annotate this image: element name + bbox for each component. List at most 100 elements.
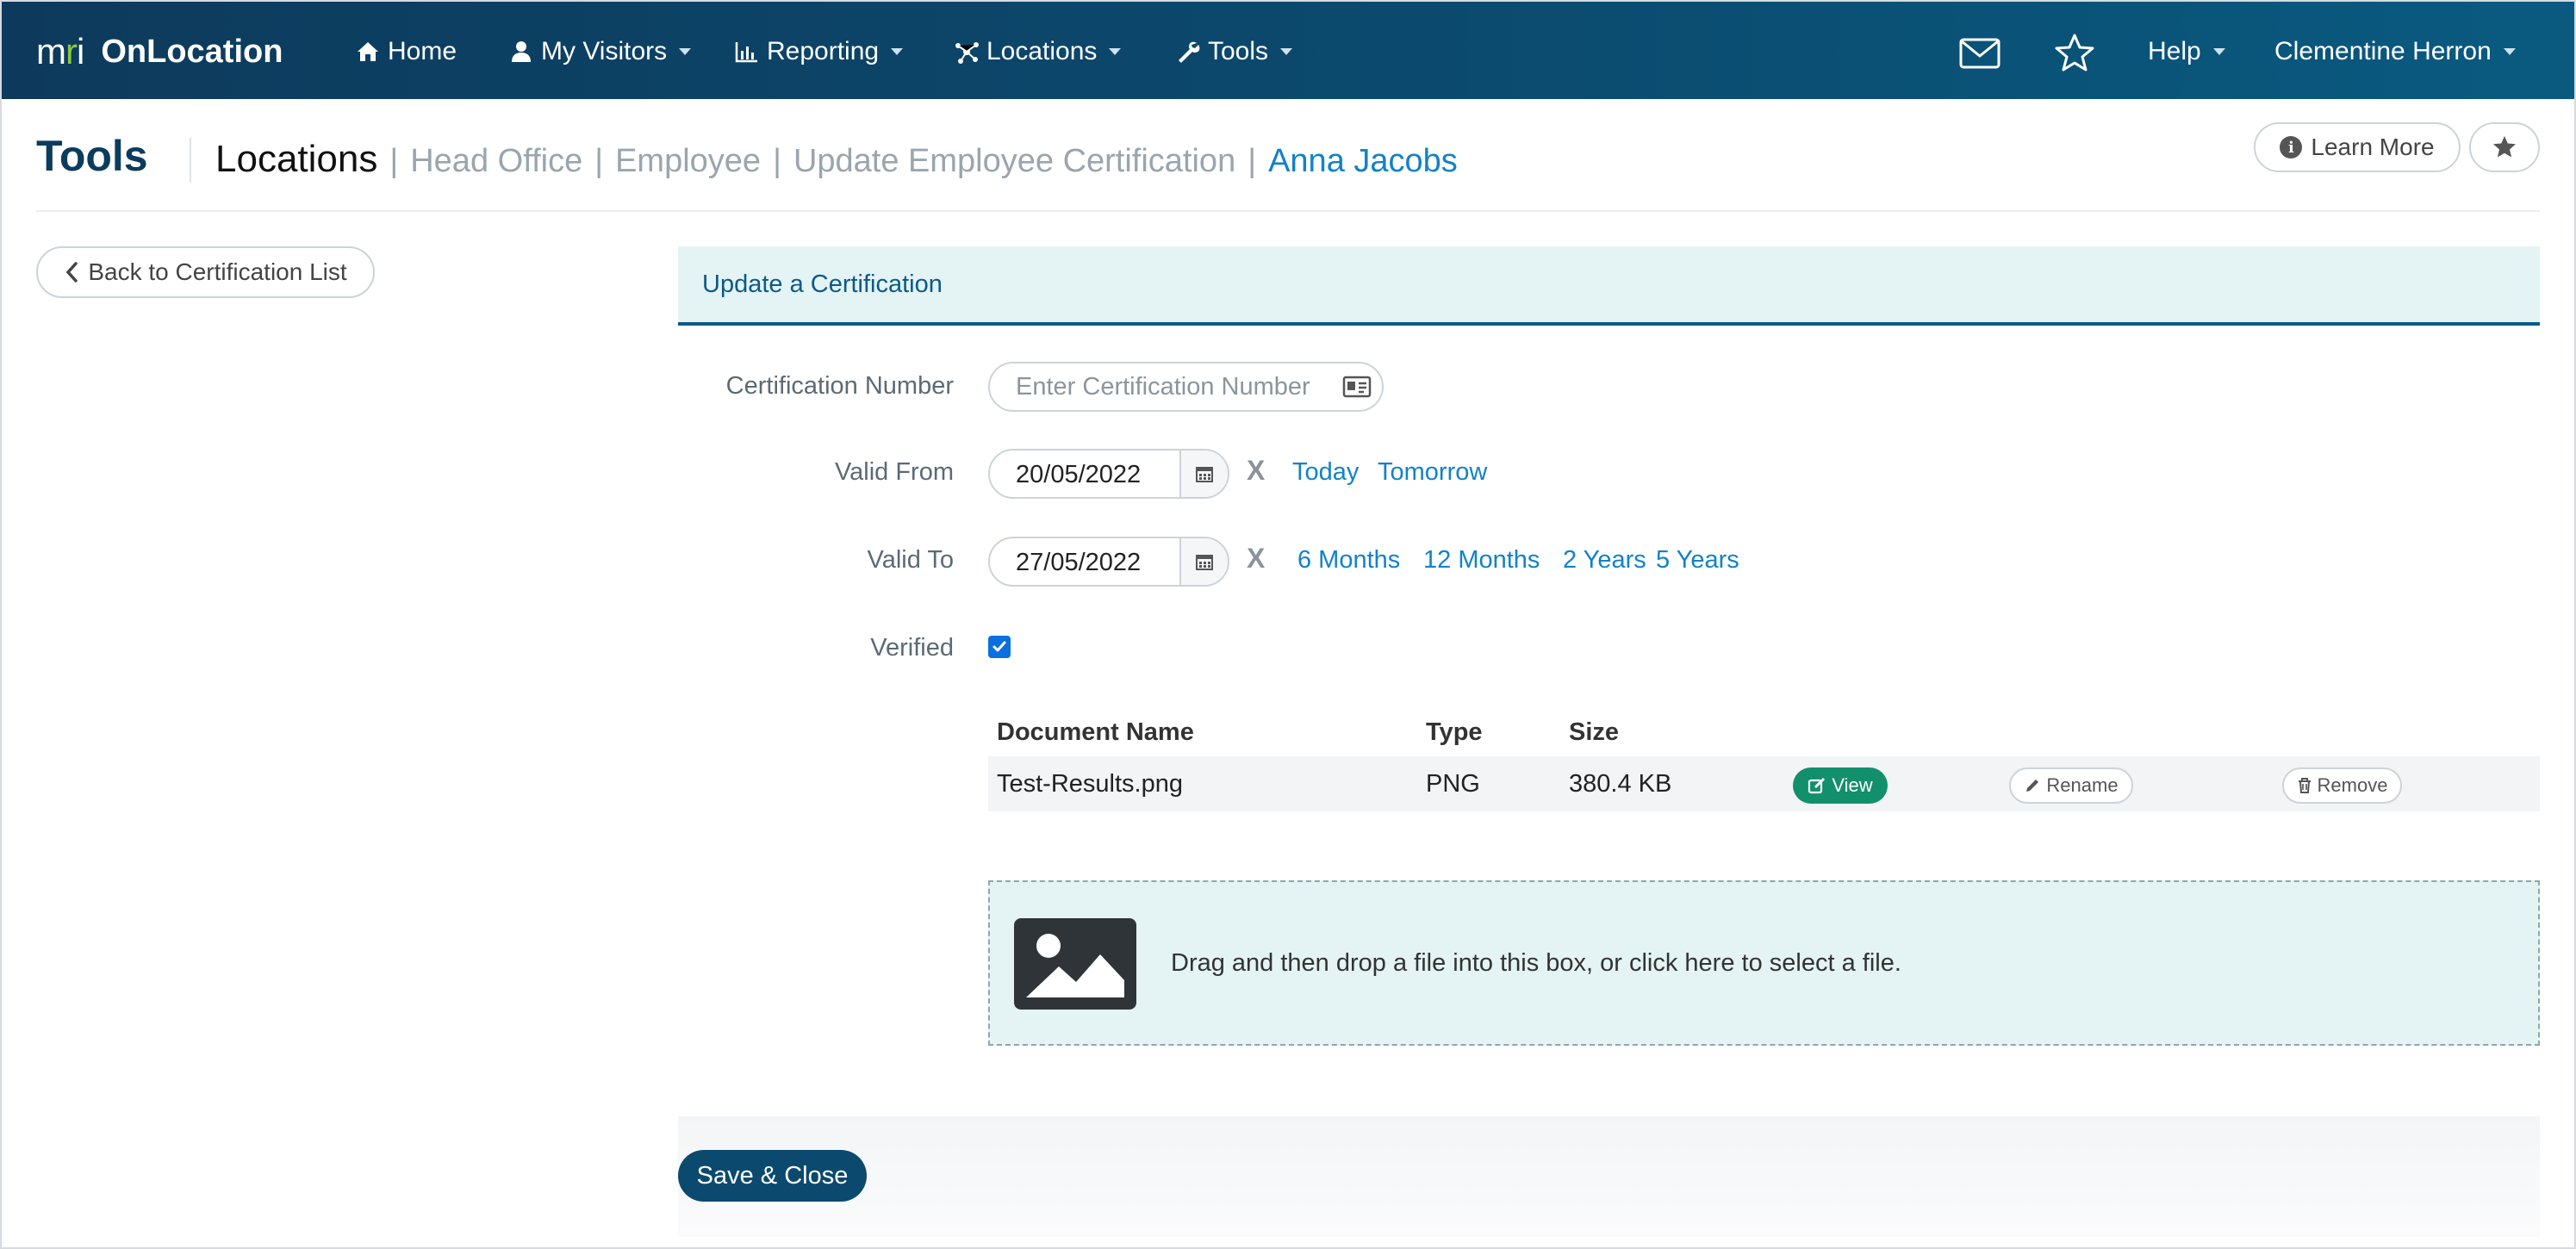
breadcrumb-locations: Locations (215, 138, 378, 180)
learn-more-button[interactable]: i Learn More (2254, 122, 2461, 172)
app-frame (0, 0, 2576, 1249)
brand-logo[interactable]: mri OnLocation (36, 31, 283, 72)
cert-number-input[interactable] (1016, 372, 1326, 401)
breadcrumb-separator: | (773, 143, 781, 179)
nav-help-label: Help (2148, 37, 2201, 65)
nav-locations[interactable]: Locations (954, 34, 1122, 69)
valid-from-field (988, 449, 1229, 499)
file-drop-zone[interactable]: Drag and then drop a file into this box,… (988, 880, 2540, 1046)
quick-date-tomorrow[interactable]: Tomorrow (1378, 458, 1487, 487)
column-header-type: Type (1426, 718, 1483, 746)
nav-home[interactable]: Home (355, 34, 457, 69)
breadcrumb-separator: | (1248, 143, 1257, 179)
chevron-down-icon (2503, 48, 2516, 55)
valid-to-calendar-button[interactable] (1179, 538, 1228, 585)
breadcrumb-person[interactable]: Anna Jacobs (1268, 143, 1458, 180)
nav-reporting[interactable]: Reporting (734, 34, 904, 69)
panel-title: Update a Certification (702, 270, 943, 298)
nav-locations-label: Locations (986, 37, 1098, 65)
envelope-icon[interactable] (1957, 33, 2002, 72)
view-document-button[interactable]: View (1793, 767, 1888, 804)
quick-date-5-years[interactable]: 5 Years (1656, 546, 1739, 575)
star-icon[interactable] (2052, 33, 2097, 72)
back-to-certification-list-button[interactable]: Back to Certification List (36, 246, 375, 298)
view-label: View (1832, 774, 1873, 796)
valid-to-label: Valid To (867, 546, 955, 574)
quick-date-2-years[interactable]: 2 Years (1563, 546, 1646, 575)
cert-number-field (988, 362, 1384, 412)
quick-date-today[interactable]: Today (1292, 458, 1359, 487)
bar-chart-icon (735, 42, 757, 63)
nav-visitors-label: My Visitors (541, 37, 668, 65)
nav-tools[interactable]: Tools (1175, 34, 1293, 69)
mri-logo: mri (36, 31, 84, 71)
user-icon (512, 41, 531, 62)
verified-checkbox[interactable] (988, 636, 1011, 658)
star-icon (2493, 136, 2516, 158)
nav-user-menu[interactable]: Clementine Herron (2274, 34, 2516, 69)
header-divider (36, 210, 2540, 212)
clear-valid-to-button[interactable]: X (1247, 543, 1265, 575)
remove-document-button[interactable]: Remove (2282, 767, 2402, 804)
user-name: Clementine Herron (2274, 37, 2492, 65)
chevron-down-icon (679, 48, 692, 55)
trash-icon (2298, 778, 2311, 793)
nav-my-visitors[interactable]: My Visitors (508, 34, 692, 69)
quick-date-12-months[interactable]: 12 Months (1423, 546, 1540, 575)
top-nav: mri OnLocation Home My Visitors Reportin… (2, 2, 2574, 99)
nav-help[interactable]: Help (2148, 34, 2225, 69)
page-title: Tools (36, 132, 148, 180)
breadcrumb-employee[interactable]: Employee (615, 143, 761, 180)
column-header-document-name: Document Name (997, 718, 1194, 746)
breadcrumb-separator: | (594, 143, 604, 179)
nav-tools-label: Tools (1208, 37, 1269, 65)
document-type-cell: PNG (1426, 770, 1480, 798)
learn-more-label: Learn More (2311, 134, 2435, 160)
favorite-button[interactable] (2469, 122, 2540, 172)
id-card-icon (1342, 376, 1372, 398)
product-name: OnLocation (101, 33, 283, 70)
back-button-label: Back to Certification List (88, 258, 347, 285)
breadcrumb-head-office[interactable]: Head Office (410, 143, 582, 180)
column-header-size: Size (1569, 718, 1620, 746)
network-icon (955, 42, 979, 64)
chevron-left-icon (65, 262, 78, 283)
home-icon (358, 42, 378, 61)
info-icon: i (2280, 136, 2303, 158)
cert-number-label: Certification Number (725, 372, 954, 400)
document-size-cell: 380.4 KB (1569, 770, 1672, 798)
clear-valid-from-button[interactable]: X (1247, 455, 1265, 487)
chevron-down-icon (1280, 48, 1293, 55)
calendar-icon (1196, 555, 1213, 570)
edit-icon (1808, 777, 1826, 794)
breadcrumb-separator: | (389, 143, 399, 179)
save-and-close-button[interactable]: Save & Close (678, 1150, 867, 1202)
breadcrumb: Locations | Head Office | Employee | Upd… (215, 138, 1458, 186)
chevron-down-icon (2212, 48, 2225, 55)
remove-label: Remove (2317, 774, 2388, 796)
checkmark-icon (992, 641, 1006, 652)
valid-from-input[interactable] (1016, 461, 1171, 489)
calendar-icon (1196, 467, 1213, 482)
nav-home-label: Home (388, 37, 457, 65)
wrench-icon (1179, 41, 1200, 63)
document-name-cell: Test-Results.png (997, 770, 1183, 798)
quick-date-6-months[interactable]: 6 Months (1297, 546, 1400, 575)
drop-zone-text: Drag and then drop a file into this box,… (1171, 949, 1901, 977)
form-panel-header: Update a Certification (678, 246, 2540, 326)
breadcrumb-update-certification[interactable]: Update Employee Certification (793, 143, 1235, 180)
chevron-down-icon (1109, 48, 1122, 55)
verified-label: Verified (870, 634, 954, 662)
pencil-icon (2026, 780, 2039, 792)
valid-to-field (988, 537, 1229, 587)
title-divider (190, 138, 191, 183)
rename-document-button[interactable]: Rename (2009, 767, 2133, 804)
valid-from-calendar-button[interactable] (1179, 451, 1228, 497)
form-footer (678, 1116, 2540, 1237)
nav-reporting-label: Reporting (767, 37, 880, 65)
image-icon (1014, 918, 1136, 1010)
valid-from-label: Valid From (834, 458, 954, 486)
valid-to-input[interactable] (1016, 549, 1171, 577)
rename-label: Rename (2046, 774, 2119, 796)
chevron-down-icon (891, 48, 904, 55)
